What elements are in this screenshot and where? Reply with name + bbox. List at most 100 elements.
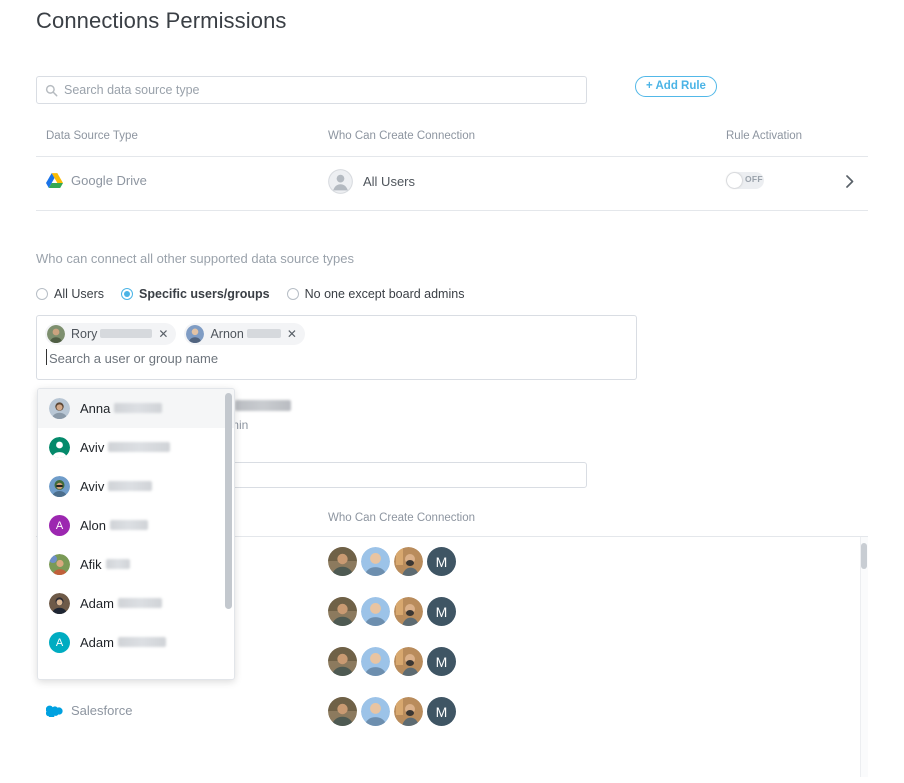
avatar-initial: M xyxy=(427,597,456,626)
toggle-knob xyxy=(727,173,742,188)
search-row: + Add Rule xyxy=(36,76,868,104)
dropdown-item-anna[interactable]: Anna xyxy=(38,389,234,428)
dropdown-item-label: Adam xyxy=(80,635,166,650)
redacted-surname xyxy=(234,400,291,411)
avatar xyxy=(394,697,423,726)
scrollbar-thumb[interactable] xyxy=(861,543,867,569)
dropdown-item-aviv-2[interactable]: Aviv xyxy=(38,467,234,506)
salesforce-icon xyxy=(46,705,63,717)
avatar-initial: M xyxy=(427,647,456,676)
avatar xyxy=(49,398,70,419)
avatar xyxy=(328,597,357,626)
access-scope-radio-group: All Users Specific users/groups No one e… xyxy=(36,287,464,301)
avatar xyxy=(49,593,70,614)
data-source-name: Google Drive xyxy=(71,173,147,188)
avatar xyxy=(49,476,70,497)
radio-circle-icon xyxy=(121,288,134,300)
data-source-name: Salesforce xyxy=(71,703,133,718)
section-question: Who can connect all other supported data… xyxy=(36,251,354,266)
dropdown-item-label: Anna xyxy=(80,401,163,416)
bottom-table-scrollbar[interactable] xyxy=(860,537,868,777)
avatar xyxy=(328,697,357,726)
connections-permissions-page: Connections Permissions + Add Rule Data … xyxy=(0,0,904,783)
cell-data-source-type: Google Drive xyxy=(46,173,147,188)
who-can-create-avatars: M xyxy=(328,547,456,576)
avatar-initial: M xyxy=(427,697,456,726)
dropdown-item-adam-1[interactable]: Adam xyxy=(38,584,234,623)
who-can-create-value: All Users xyxy=(363,174,416,189)
search-icon xyxy=(45,84,58,97)
radio-option-no-one-except-board-admins[interactable]: No one except board admins xyxy=(286,287,464,301)
avatar-initial: A xyxy=(49,632,70,653)
page-title: Connections Permissions xyxy=(36,8,287,33)
avatar xyxy=(328,547,357,576)
avatar-initial: A xyxy=(49,515,70,536)
avatar xyxy=(361,547,390,576)
token-arnon[interactable]: Arnon ✕ xyxy=(184,323,305,345)
user-group-token-field[interactable]: Rory ✕ Arnon ✕ Search a user or group na… xyxy=(36,315,637,380)
person-avatar-icon xyxy=(328,169,353,194)
column-header-data-source-type: Data Source Type xyxy=(46,130,138,142)
avatar xyxy=(361,597,390,626)
user-search-dropdown[interactable]: Anna Aviv Aviv A Alon Afik Adam A Adam xyxy=(37,388,235,680)
who-can-create-avatars: M xyxy=(328,597,456,626)
close-icon[interactable]: ✕ xyxy=(287,328,297,340)
dropdown-item-label: Aviv xyxy=(80,440,171,455)
token-row: Rory ✕ Arnon ✕ xyxy=(45,323,628,345)
cell-rule-activation: OFF xyxy=(726,172,764,189)
redacted-surname xyxy=(246,329,281,338)
search-data-source-box[interactable] xyxy=(36,76,587,104)
dropdown-item-label: Aviv xyxy=(80,479,153,494)
avatar xyxy=(394,547,423,576)
token-label: Rory xyxy=(71,327,153,341)
close-icon[interactable]: ✕ xyxy=(158,328,168,340)
redacted-surname xyxy=(105,559,130,569)
radio-option-all-users[interactable]: All Users xyxy=(36,287,104,301)
cell-who-can-create: All Users xyxy=(328,169,415,194)
avatar xyxy=(49,437,70,458)
column-header-who-can-create: Who Can Create Connection xyxy=(328,130,476,142)
dropdown-item-afik[interactable]: Afik xyxy=(38,545,234,584)
radio-circle-icon xyxy=(286,288,299,300)
token-label: Arnon xyxy=(210,327,281,341)
search-input[interactable] xyxy=(64,77,578,103)
avatar xyxy=(394,597,423,626)
radio-label: All Users xyxy=(54,287,105,301)
dropdown-item-label: Alon xyxy=(80,518,149,533)
avatar xyxy=(361,647,390,676)
token-rory[interactable]: Rory ✕ xyxy=(45,323,177,345)
column-header-rule-activation: Rule Activation xyxy=(726,130,803,142)
avatar xyxy=(186,325,205,343)
avatar xyxy=(47,325,65,343)
rule-activation-toggle[interactable]: OFF xyxy=(726,172,764,189)
redacted-surname xyxy=(114,403,163,413)
radio-circle-icon xyxy=(36,288,48,300)
table-row[interactable]: Salesforce M xyxy=(36,687,868,737)
radio-option-specific-users-groups[interactable]: Specific users/groups xyxy=(121,287,270,301)
dropdown-scrollbar-thumb[interactable] xyxy=(225,393,232,609)
cell-data-source-type: Salesforce xyxy=(46,703,132,718)
chevron-right-icon[interactable] xyxy=(846,175,854,188)
avatar-initial: M xyxy=(427,547,456,576)
redacted-surname xyxy=(117,598,162,608)
row-divider xyxy=(36,210,868,211)
toggle-state-label: OFF xyxy=(745,174,763,184)
radio-label: Specific users/groups xyxy=(139,287,270,301)
dropdown-item-label: Adam xyxy=(80,596,162,611)
dropdown-item-aviv-1[interactable]: Aviv xyxy=(38,428,234,467)
redacted-surname xyxy=(117,637,166,647)
redacted-surname xyxy=(108,442,171,452)
dropdown-item-adam-2[interactable]: A Adam xyxy=(38,623,234,662)
top-permissions-table: Data Source Type Who Can Create Connecti… xyxy=(36,130,868,211)
redacted-surname xyxy=(100,329,153,338)
avatar xyxy=(361,697,390,726)
avatar xyxy=(49,554,70,575)
text-caret xyxy=(46,349,47,365)
token-input-placeholder: Search a user or group name xyxy=(49,351,219,366)
table-row[interactable]: Google Drive All Users OFF xyxy=(36,157,868,210)
who-can-create-avatars: M xyxy=(328,647,456,676)
add-rule-button[interactable]: + Add Rule xyxy=(635,76,717,97)
table-header-row: Data Source Type Who Can Create Connecti… xyxy=(36,130,868,156)
column-header-who-can-create: Who Can Create Connection xyxy=(328,512,476,524)
dropdown-item-alon[interactable]: A Alon xyxy=(38,506,234,545)
